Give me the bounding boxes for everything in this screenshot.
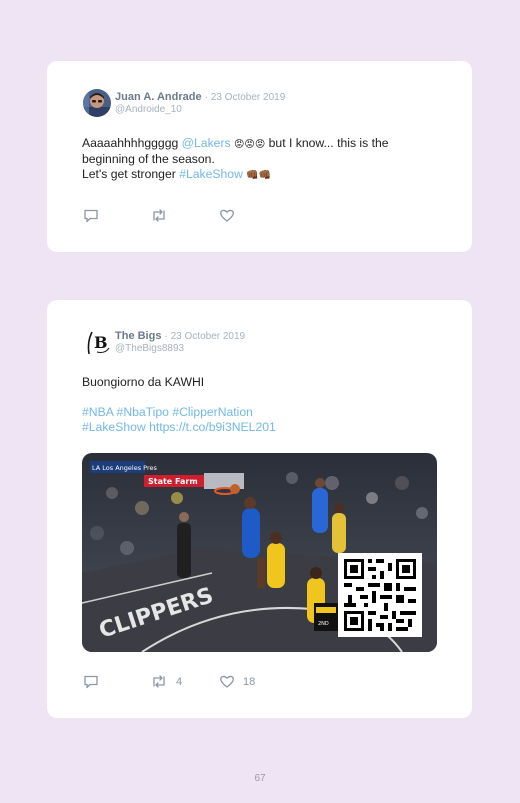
retweet-icon <box>153 675 165 688</box>
tweet-text: Buongiorno da KAWHI #NBA #NbaTipo #Clipp… <box>82 375 442 435</box>
author-handle[interactable]: @Androide_10 <box>115 104 182 115</box>
text-segment: but I know... this is the <box>265 136 389 150</box>
hashtag-link[interactable]: #LakeShow <box>179 167 243 181</box>
retweet-button[interactable] <box>150 208 176 223</box>
tweet-date[interactable]: · 23 October 2019 <box>165 331 246 342</box>
reply-icon <box>84 675 98 689</box>
like-button[interactable]: 18 <box>219 674 255 689</box>
author-line: Juan A. Andrade · 23 October 2019 <box>115 91 285 103</box>
arena-sign: LA Los Angeles Pres <box>92 464 158 472</box>
reply-button[interactable] <box>83 674 99 689</box>
page-number: 67 <box>254 773 266 784</box>
mention-link[interactable]: @Lakers <box>182 136 231 150</box>
tweet-media-image[interactable]: CLIPPERS LA Los Angeles Pres State Farm <box>82 453 437 652</box>
tweet-text: Aaaaahhhhggggg @Lakers 😡😡😡 but I know...… <box>82 136 442 183</box>
url-link[interactable]: https://t.co/b9i3NEL201 <box>149 420 276 434</box>
arena-sign: State Farm <box>148 477 198 486</box>
retweet-button[interactable]: 4 <box>150 674 182 689</box>
tweet-date[interactable]: · 23 October 2019 <box>205 92 286 103</box>
text-segment: Aaaaahhhhggggg <box>82 136 182 150</box>
author-name[interactable]: Juan A. Andrade <box>115 91 202 103</box>
text-segment: beginning of the season. <box>82 152 215 166</box>
avatar[interactable] <box>83 89 111 117</box>
heart-icon <box>220 209 234 222</box>
like-button[interactable] <box>219 208 243 223</box>
fist-emoji: 👊🏾👊🏾 <box>246 170 272 181</box>
logo-letter: B <box>94 333 108 352</box>
author-line: The Bigs · 23 October 2019 <box>115 330 245 342</box>
tweet-card-2: B The Bigs · 23 October 2019 @TheBigs889… <box>47 300 472 718</box>
author-handle[interactable]: @TheBigs8893 <box>115 343 184 354</box>
avatar[interactable]: B <box>83 328 111 356</box>
angry-emoji: 😡😡😡 <box>233 139 266 150</box>
text-segment: Buongiorno da KAWHI <box>82 375 205 389</box>
reply-button[interactable] <box>83 208 99 223</box>
scoreboard-text: 2ND <box>318 621 329 627</box>
like-count: 18 <box>243 675 256 688</box>
retweet-icon <box>153 209 165 222</box>
text-segment: Let's get stronger <box>82 167 180 181</box>
reply-icon <box>84 209 98 223</box>
hashtag-link[interactable]: #LakeShow <box>82 420 149 434</box>
heart-icon <box>220 675 234 688</box>
retweet-count: 4 <box>176 675 183 688</box>
hashtag-links[interactable]: #NBA #NbaTipo #ClipperNation <box>82 405 442 420</box>
tweet-card-1: Juan A. Andrade · 23 October 2019 @Andro… <box>47 61 472 252</box>
qr-code <box>338 553 422 637</box>
author-name[interactable]: The Bigs <box>115 330 161 342</box>
